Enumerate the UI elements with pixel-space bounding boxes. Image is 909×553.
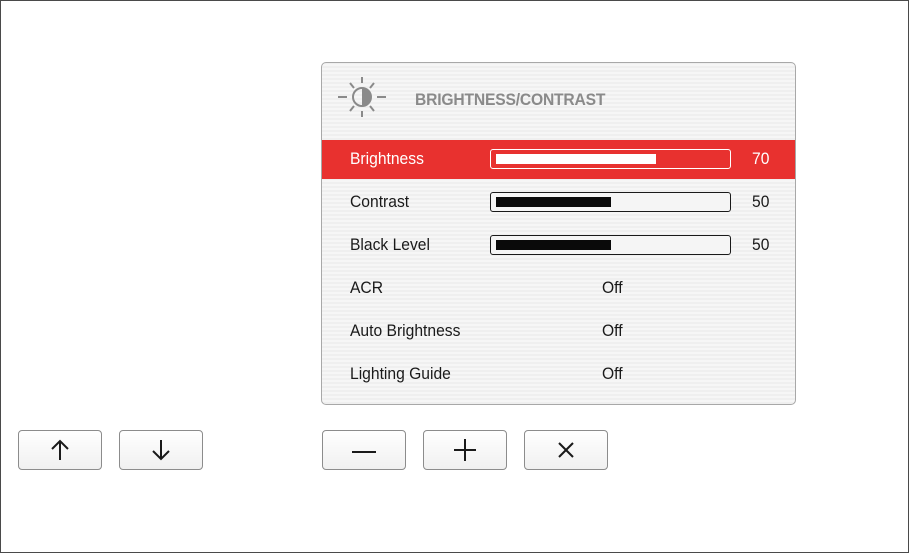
brightness-sun-icon bbox=[338, 77, 386, 117]
close-icon bbox=[558, 442, 574, 458]
menu-row-brightness[interactable]: Brightness 70 bbox=[322, 140, 795, 179]
menu-row-acr[interactable]: ACR Off bbox=[322, 269, 795, 308]
slider-fill bbox=[496, 197, 611, 207]
minus-icon bbox=[352, 451, 376, 453]
black-level-slider[interactable] bbox=[490, 235, 731, 255]
row-label: Lighting Guide bbox=[350, 364, 451, 383]
row-value: Off bbox=[602, 278, 623, 297]
contrast-slider[interactable] bbox=[490, 192, 731, 212]
monitor-osd-frame: BRIGHTNESS/CONTRAST Brightness 70 Contra… bbox=[0, 0, 909, 553]
up-button[interactable] bbox=[18, 430, 102, 470]
plus-icon bbox=[454, 439, 476, 461]
row-value: 50 bbox=[752, 192, 770, 211]
close-button[interactable] bbox=[524, 430, 608, 470]
osd-title: BRIGHTNESS/CONTRAST bbox=[415, 90, 606, 109]
osd-header: BRIGHTNESS/CONTRAST bbox=[322, 63, 795, 139]
arrow-up-icon bbox=[51, 439, 69, 460]
row-value: Off bbox=[602, 364, 623, 383]
row-value: Off bbox=[602, 321, 623, 340]
slider-fill bbox=[496, 240, 611, 250]
row-label: Contrast bbox=[350, 192, 410, 211]
menu-row-lighting-guide[interactable]: Lighting Guide Off bbox=[322, 355, 795, 394]
menu-row-black-level[interactable]: Black Level 50 bbox=[322, 226, 795, 265]
arrow-down-icon bbox=[152, 440, 170, 461]
menu-row-contrast[interactable]: Contrast 50 bbox=[322, 183, 795, 222]
slider-fill bbox=[496, 154, 656, 164]
row-label: Auto Brightness bbox=[350, 321, 461, 340]
row-value: 50 bbox=[752, 235, 770, 254]
minus-button[interactable] bbox=[322, 430, 406, 470]
row-label: Brightness bbox=[350, 149, 424, 168]
menu-row-auto-brightness[interactable]: Auto Brightness Off bbox=[322, 312, 795, 351]
osd-menu-panel: BRIGHTNESS/CONTRAST Brightness 70 Contra… bbox=[321, 62, 796, 405]
row-value: 70 bbox=[752, 149, 770, 168]
down-button[interactable] bbox=[119, 430, 203, 470]
plus-button[interactable] bbox=[423, 430, 507, 470]
row-label: ACR bbox=[350, 278, 384, 297]
brightness-slider[interactable] bbox=[490, 149, 731, 169]
row-label: Black Level bbox=[350, 235, 430, 254]
